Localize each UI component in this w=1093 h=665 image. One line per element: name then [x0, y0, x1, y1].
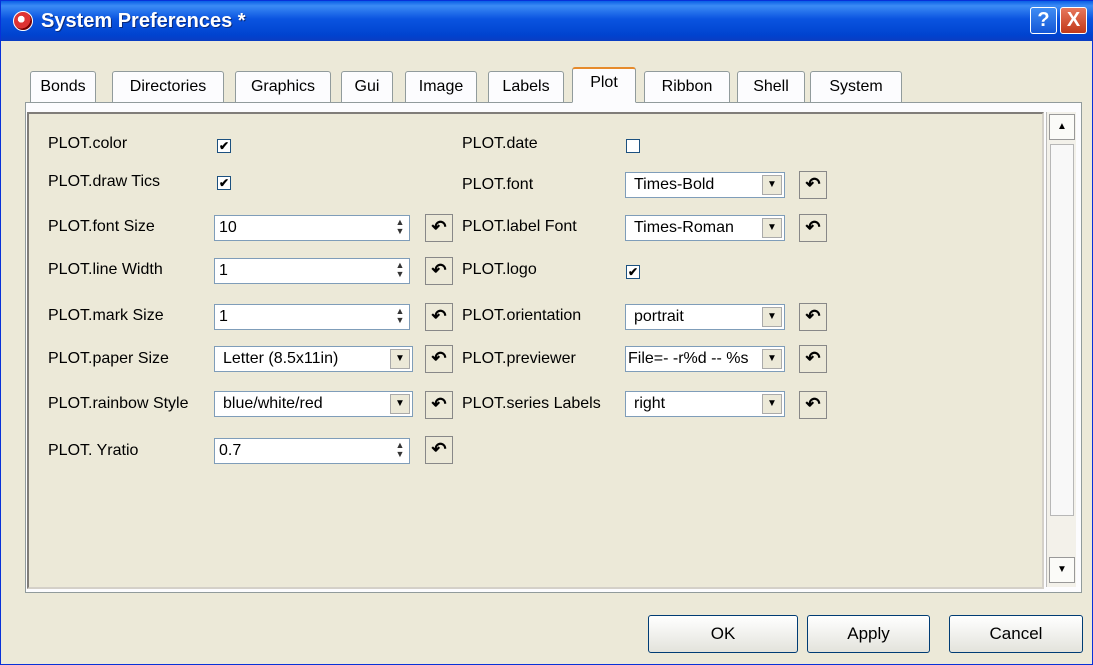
draw-tics-checkbox[interactable]: ✔ [217, 176, 231, 190]
color-label: PLOT.color [48, 135, 128, 152]
spinner-arrows-icon[interactable]: ▲ ▼ [393, 218, 407, 238]
paper-size-select[interactable]: Letter (8.5x11in) ▼ [214, 346, 413, 372]
help-button[interactable]: ? [1030, 7, 1057, 34]
chevron-down-icon[interactable]: ▼ [390, 394, 410, 414]
tab-labels[interactable]: Labels [488, 71, 564, 102]
yratio-reset-icon[interactable]: ↶ [425, 436, 453, 464]
color-checkbox[interactable]: ✔ [217, 139, 231, 153]
label-font-select[interactable]: Times-Roman ▼ [625, 215, 785, 241]
app-logo-icon [13, 11, 33, 31]
mark-size-label: PLOT.mark Size [48, 307, 164, 324]
title-bar[interactable]: System Preferences * ? X [1, 1, 1093, 41]
line-width-value: 1 [219, 262, 228, 279]
scroll-up-icon[interactable]: ▲ [1049, 114, 1075, 140]
spinner-arrows-icon[interactable]: ▲ ▼ [393, 307, 407, 327]
rainbow-style-label: PLOT.rainbow Style [48, 395, 189, 412]
preferences-window: System Preferences * ? X Bonds Directori… [0, 0, 1093, 665]
yratio-value: 0.7 [219, 442, 242, 459]
paper-size-label: PLOT.paper Size [48, 350, 169, 367]
spinner-arrows-icon[interactable]: ▲ ▼ [393, 261, 407, 281]
rainbow-style-reset-icon[interactable]: ↶ [425, 391, 453, 419]
rainbow-style-select[interactable]: blue/white/red ▼ [214, 391, 413, 417]
orientation-reset-icon[interactable]: ↶ [799, 303, 827, 331]
tab-gui[interactable]: Gui [341, 71, 393, 102]
chevron-down-icon[interactable]: ▼ [762, 307, 782, 327]
chevron-down-icon[interactable]: ▼ [762, 349, 782, 369]
previewer-label: PLOT.previewer [462, 350, 576, 367]
label-font-value: Times-Roman [634, 219, 734, 236]
tab-ribbon[interactable]: Ribbon [644, 71, 730, 102]
orientation-select[interactable]: portrait ▼ [625, 304, 785, 330]
tab-directories[interactable]: Directories [112, 71, 224, 102]
chevron-down-icon[interactable]: ▼ [762, 218, 782, 238]
series-labels-reset-icon[interactable]: ↶ [799, 391, 827, 419]
label-font-label: PLOT.label Font [462, 218, 577, 235]
font-size-label: PLOT.font Size [48, 218, 155, 235]
font-select[interactable]: Times-Bold ▼ [625, 172, 785, 198]
line-width-label: PLOT.line Width [48, 261, 163, 278]
previewer-select[interactable]: File=- -r%d -- %s ▼ [625, 346, 785, 372]
ok-button[interactable]: OK [648, 615, 798, 653]
scroll-down-icon[interactable]: ▼ [1049, 557, 1075, 583]
chevron-down-icon[interactable]: ▼ [762, 175, 782, 195]
chevron-down-icon[interactable]: ▼ [762, 394, 782, 414]
mark-size-reset-icon[interactable]: ↶ [425, 303, 453, 331]
orientation-value: portrait [634, 308, 684, 325]
chevron-down-icon[interactable]: ▼ [390, 349, 410, 369]
paper-size-value: Letter (8.5x11in) [223, 350, 339, 367]
yratio-spinner[interactable]: 0.7 ▲ ▼ [214, 438, 410, 464]
draw-tics-label: PLOT.draw Tics [48, 173, 161, 190]
font-size-spinner[interactable]: 10 ▲ ▼ [214, 215, 410, 241]
mark-size-value: 1 [219, 308, 228, 325]
date-label: PLOT.date [462, 135, 538, 152]
font-reset-icon[interactable]: ↶ [799, 171, 827, 199]
series-labels-value: right [634, 395, 666, 412]
label-font-reset-icon[interactable]: ↶ [799, 214, 827, 242]
mark-size-spinner[interactable]: 1 ▲ ▼ [214, 304, 410, 330]
font-size-reset-icon[interactable]: ↶ [425, 214, 453, 242]
previewer-value: File=- -r%d -- %s [628, 350, 749, 367]
orientation-label: PLOT.orientation [462, 307, 582, 324]
previewer-reset-icon[interactable]: ↶ [799, 345, 827, 373]
font-value: Times-Bold [634, 176, 715, 193]
tab-plot[interactable]: Plot [572, 67, 636, 103]
series-labels-select[interactable]: right ▼ [625, 391, 785, 417]
tab-image[interactable]: Image [405, 71, 477, 102]
tab-bonds[interactable]: Bonds [30, 71, 96, 102]
tab-system[interactable]: System [810, 71, 902, 102]
logo-checkbox[interactable]: ✔ [626, 265, 640, 279]
yratio-label: PLOT. Yratio [48, 442, 139, 459]
logo-label: PLOT.logo [462, 261, 537, 278]
apply-button[interactable]: Apply [807, 615, 930, 653]
rainbow-style-value: blue/white/red [223, 395, 323, 412]
spinner-arrows-icon[interactable]: ▲ ▼ [393, 441, 407, 461]
tab-graphics[interactable]: Graphics [235, 71, 331, 102]
line-width-reset-icon[interactable]: ↶ [425, 257, 453, 285]
date-checkbox[interactable] [626, 139, 640, 153]
scroll-thumb[interactable] [1050, 144, 1074, 516]
close-button[interactable]: X [1060, 7, 1087, 34]
window-title: System Preferences * [41, 10, 246, 32]
vertical-scrollbar[interactable]: ▲ ▼ [1046, 112, 1076, 587]
series-labels-label: PLOT.series Labels [462, 395, 601, 412]
cancel-button[interactable]: Cancel [949, 615, 1083, 653]
line-width-spinner[interactable]: 1 ▲ ▼ [214, 258, 410, 284]
paper-size-reset-icon[interactable]: ↶ [425, 345, 453, 373]
font-size-value: 10 [219, 219, 237, 236]
tab-shell[interactable]: Shell [737, 71, 805, 102]
font-label: PLOT.font [462, 176, 534, 193]
